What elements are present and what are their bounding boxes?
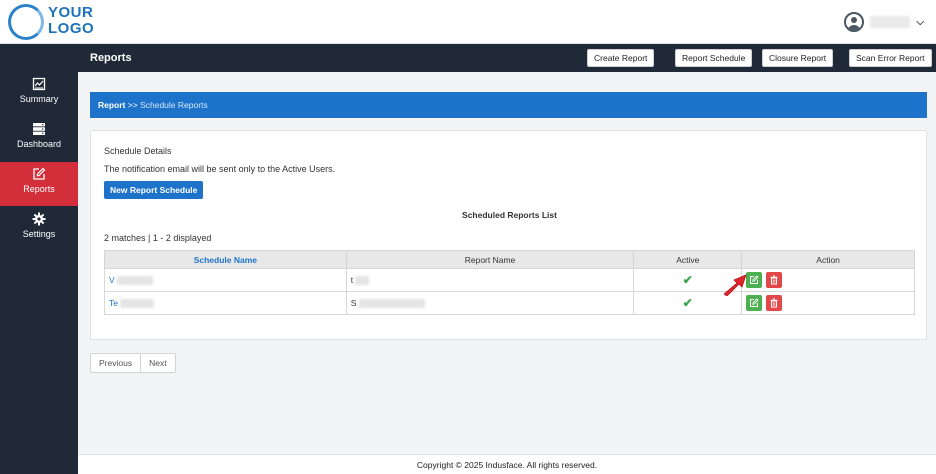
schedule-name-link[interactable]: V bbox=[109, 275, 115, 285]
notification-note: The notification email will be sent only… bbox=[104, 164, 336, 174]
redacted-text bbox=[117, 276, 154, 286]
gear-icon bbox=[32, 212, 46, 226]
sidebar-item-label: Settings bbox=[22, 229, 56, 239]
redacted-text bbox=[355, 276, 370, 286]
trash-icon bbox=[770, 275, 778, 285]
logo-ring bbox=[8, 4, 44, 40]
page-header: Reports Create Report Report Schedule Cl… bbox=[78, 44, 936, 72]
column-header-schedule-name[interactable]: Schedule Name bbox=[104, 250, 347, 269]
summary-icon bbox=[32, 77, 46, 91]
schedule-name-cell[interactable]: V bbox=[104, 268, 347, 292]
logo-line-2: LOGO bbox=[48, 20, 95, 37]
report-name-text: t bbox=[350, 274, 354, 285]
logo-line-1: YOUR bbox=[48, 4, 94, 21]
redacted-text bbox=[358, 299, 425, 309]
breadcrumb-separator: >> bbox=[127, 100, 138, 110]
breadcrumb-root[interactable]: Report bbox=[98, 100, 125, 110]
sidebar-item-settings[interactable]: Settings bbox=[0, 207, 78, 251]
panel-title: Schedule Details bbox=[104, 146, 172, 156]
sidebar-item-reports[interactable]: Reports bbox=[0, 162, 78, 206]
company-logo[interactable]: YOUR LOGO bbox=[8, 4, 98, 40]
sidebar-item-label: Reports bbox=[23, 184, 55, 194]
next-page-button[interactable]: Next bbox=[140, 354, 174, 372]
breadcrumb-current: Schedule Reports bbox=[140, 100, 208, 110]
sidebar-item-label: Dashboard bbox=[16, 139, 62, 149]
copyright-text: Copyright © 2025 Indusface. All rights r… bbox=[416, 460, 598, 470]
report-name-cell: S bbox=[345, 291, 635, 315]
new-report-schedule-button[interactable]: New Report Schedule bbox=[104, 181, 204, 199]
column-header-report-name[interactable]: Report Name bbox=[345, 250, 635, 269]
footer: Copyright © 2025 Indusface. All rights r… bbox=[78, 454, 936, 474]
chevron-down-icon[interactable]: ⌵ bbox=[916, 17, 924, 28]
action-cell bbox=[741, 291, 915, 315]
closure-report-button[interactable]: Closure Report bbox=[762, 49, 834, 67]
scheduled-reports-table: Schedule Name Report Name Active Action … bbox=[104, 250, 915, 315]
edit-icon bbox=[750, 298, 759, 307]
table-row: Te S ✔ bbox=[104, 291, 915, 315]
user-name-redacted[interactable] bbox=[870, 16, 911, 28]
previous-page-button[interactable]: Previous bbox=[91, 354, 140, 372]
logo-text: YOUR LOGO bbox=[48, 5, 94, 37]
trash-icon bbox=[770, 298, 778, 308]
edit-icon bbox=[33, 167, 46, 180]
column-header-action: Action bbox=[741, 250, 915, 269]
delete-schedule-button[interactable] bbox=[766, 272, 783, 288]
user-menu[interactable]: ⌵ bbox=[844, 10, 924, 34]
action-cell bbox=[741, 268, 915, 292]
schedule-name-cell[interactable]: Te bbox=[104, 291, 347, 315]
list-title: Scheduled Reports List bbox=[462, 210, 557, 220]
sidebar-item-dashboard[interactable]: Dashboard bbox=[0, 117, 78, 161]
schedule-details-panel: Schedule Details The notification email … bbox=[90, 130, 927, 340]
delete-schedule-button[interactable] bbox=[766, 295, 783, 311]
top-header: YOUR LOGO ⌵ bbox=[0, 0, 936, 44]
server-icon bbox=[33, 123, 45, 135]
schedule-name-link[interactable]: Te bbox=[109, 298, 118, 308]
sidebar: Summary Dashboard Reports Settings bbox=[0, 44, 78, 474]
report-name-cell: t bbox=[345, 268, 635, 292]
edit-icon bbox=[750, 275, 759, 284]
edit-schedule-button[interactable] bbox=[746, 295, 763, 311]
user-circle-icon[interactable] bbox=[844, 12, 865, 32]
sidebar-item-label: Summary bbox=[19, 94, 59, 104]
column-header-active[interactable]: Active bbox=[633, 250, 743, 269]
report-schedule-button[interactable]: Report Schedule bbox=[675, 49, 753, 67]
create-report-button[interactable]: Create Report bbox=[587, 49, 655, 67]
breadcrumb: Report >> Schedule Reports bbox=[90, 92, 927, 118]
pagination: Previous Next bbox=[90, 353, 176, 373]
table-row: V t ✔ bbox=[104, 268, 915, 292]
match-info: 2 matches | 1 - 2 displayed bbox=[104, 233, 212, 243]
annotation-arrow-icon bbox=[723, 274, 747, 296]
redacted-text bbox=[120, 299, 155, 309]
table-header-row: Schedule Name Report Name Active Action bbox=[104, 250, 915, 269]
report-name-text: S bbox=[350, 297, 357, 308]
page-title: Reports bbox=[90, 52, 132, 64]
scan-error-report-button[interactable]: Scan Error Report bbox=[849, 49, 932, 67]
sidebar-item-summary[interactable]: Summary bbox=[0, 72, 78, 116]
